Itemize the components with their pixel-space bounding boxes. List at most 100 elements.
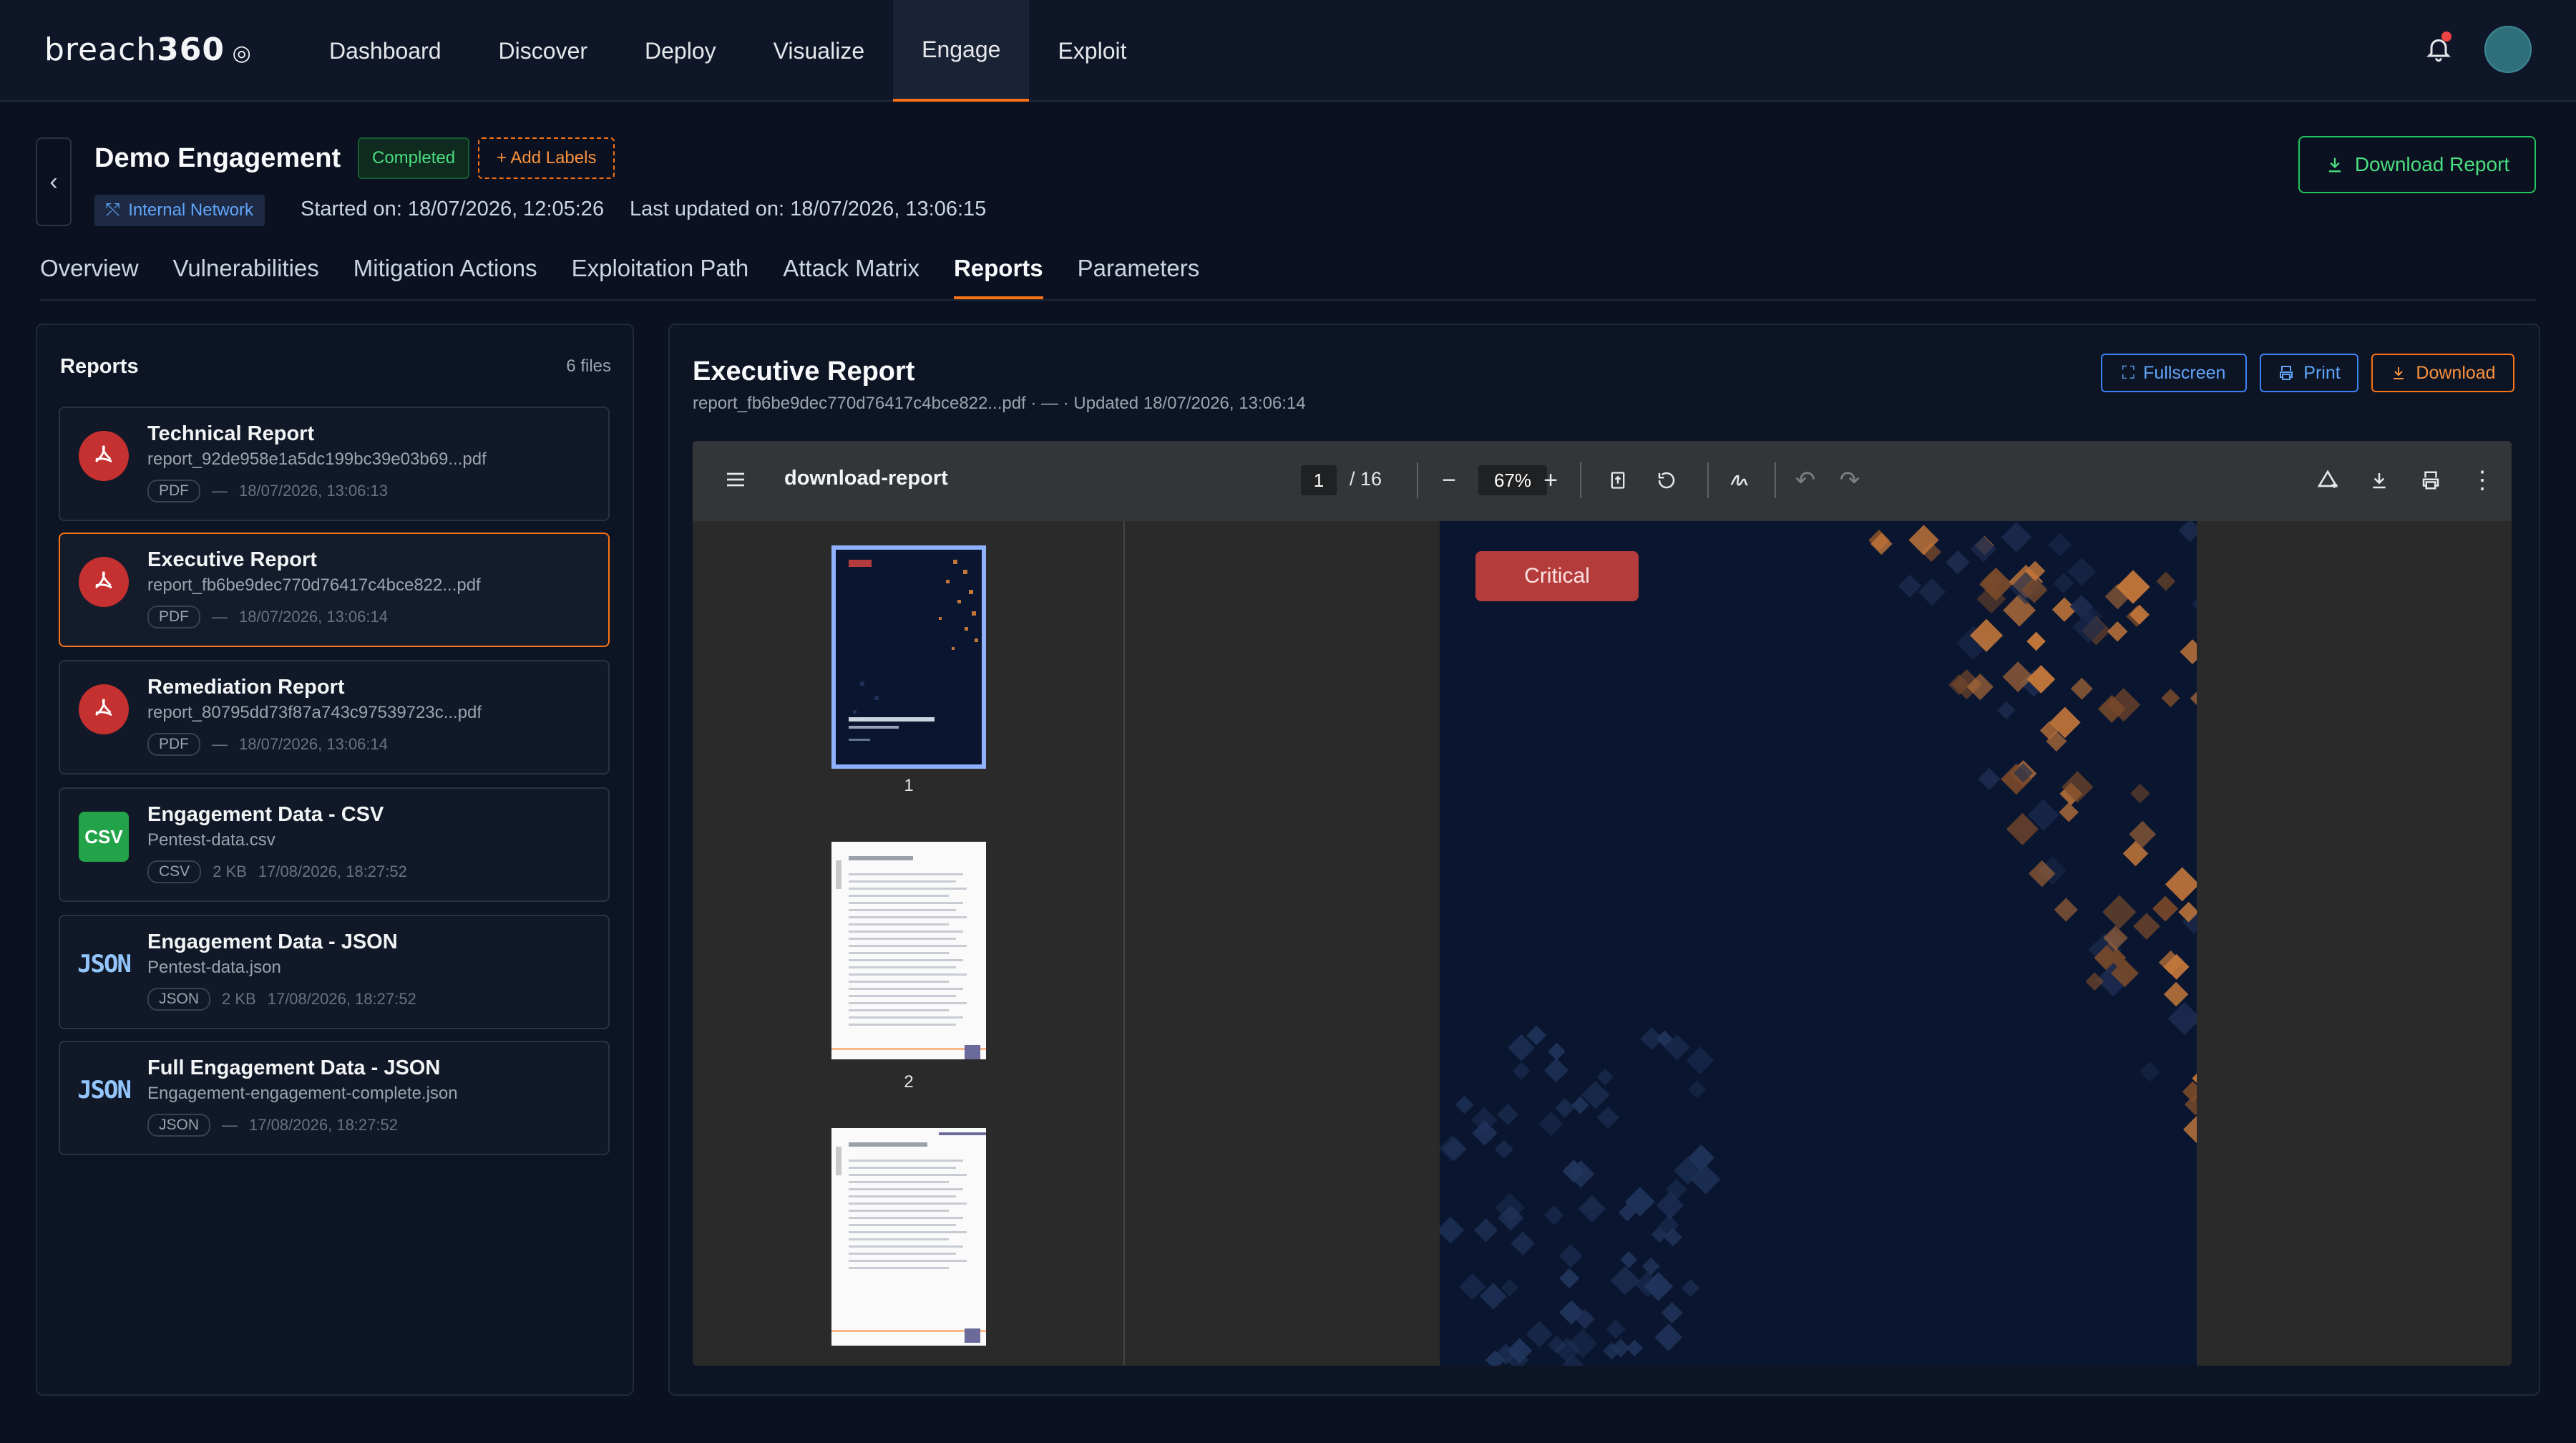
breach360-logo[interactable]: breach360 ◎ (44, 31, 252, 68)
notification-dot (2441, 31, 2451, 42)
reports-panel-title: Reports (60, 355, 139, 378)
tab-attack-matrix[interactable]: Attack Matrix (783, 255, 919, 299)
tab-parameters[interactable]: Parameters (1078, 255, 1200, 299)
thumbnail-page-3[interactable] (831, 1128, 986, 1349)
fullscreen-button[interactable]: ⛶ Fullscreen (2101, 354, 2247, 392)
decorative-diamond (1918, 578, 1946, 606)
nav-exploit[interactable]: Exploit (1029, 0, 1155, 102)
fit-page-icon[interactable] (1603, 465, 1633, 495)
file-size: 2 KB (222, 990, 256, 1008)
decorative-diamond (2107, 621, 2128, 642)
thumbnail-page-2[interactable]: 2 (831, 842, 986, 1092)
file-card-executive-report[interactable]: Executive Report report_fb6be9dec770d764… (59, 533, 610, 647)
file-name: Remediation Report (147, 676, 345, 699)
print-button[interactable]: Print (2260, 354, 2358, 392)
toolbar-divider (1580, 462, 1581, 498)
nav-dashboard[interactable]: Dashboard (301, 0, 470, 102)
decorative-diamond (2190, 689, 2197, 709)
pdf-print-icon[interactable] (2416, 465, 2446, 495)
download-icon (2328, 157, 2341, 173)
file-meta: JSON 2 KB 17/08/2026, 18:27:52 (147, 988, 416, 1011)
tab-vulnerabilities[interactable]: Vulnerabilities (173, 255, 319, 299)
viewer-title: Executive Report (693, 356, 915, 387)
decorative-diamond (2139, 1061, 2160, 1082)
menu-icon[interactable] (724, 468, 747, 491)
toolbar-divider (1707, 462, 1709, 498)
user-avatar[interactable] (2484, 26, 2532, 73)
decorative-diamond (1559, 1268, 1580, 1288)
decorative-diamond (1544, 1205, 1564, 1225)
file-card-remediation-report[interactable]: Remediation Report report_80795dd73f87a7… (59, 660, 610, 774)
zoom-out-icon[interactable]: − (1434, 465, 1464, 495)
engagement-tabs: Overview Vulnerabilities Mitigation Acti… (40, 255, 1199, 299)
file-card-engagement-data-json[interactable]: JSON Engagement Data - JSON Pentest-data… (59, 915, 610, 1029)
file-date: 18/07/2026, 13:06:14 (239, 608, 388, 626)
nav-discover[interactable]: Discover (470, 0, 616, 102)
decorative-diamond (1548, 1042, 1566, 1061)
pdf-icon (79, 431, 129, 481)
file-card-engagement-data-csv[interactable]: CSV Engagement Data - CSV Pentest-data.c… (59, 787, 610, 902)
decorative-diamond (2130, 783, 2150, 804)
pdf-icon (79, 557, 129, 607)
file-date: 17/08/2026, 18:27:52 (249, 1116, 398, 1134)
decorative-diamond (1688, 1080, 1707, 1099)
tab-exploitation-path[interactable]: Exploitation Path (572, 255, 749, 299)
decorative-diamond (2070, 677, 2093, 700)
thumbnail-label: 2 (904, 1072, 914, 1092)
file-size: — (212, 482, 228, 500)
nav-visualize[interactable]: Visualize (745, 0, 893, 102)
file-meta: JSON — 17/08/2026, 18:27:52 (147, 1114, 398, 1137)
file-filename: Engagement-engagement-complete.json (147, 1084, 458, 1103)
decorative-diamond (1997, 701, 2016, 720)
decorative-diamond (1661, 1301, 1683, 1324)
rotate-icon[interactable] (1652, 465, 1682, 495)
tab-overview[interactable]: Overview (40, 255, 139, 299)
tab-mitigation-actions[interactable]: Mitigation Actions (353, 255, 537, 299)
decorative-diamond (2102, 895, 2137, 929)
undo-icon[interactable]: ↶ (1790, 465, 1820, 495)
file-name: Engagement Data - JSON (147, 931, 398, 953)
decorative-diamond (2165, 867, 2197, 902)
decorative-diamond (1970, 535, 1997, 563)
download-report-button[interactable]: Download Report (2298, 136, 2536, 193)
page-number-input[interactable]: 1 (1301, 465, 1337, 495)
thumbnail-page-1[interactable]: 1 (831, 545, 986, 795)
download-button[interactable]: Download (2371, 354, 2514, 392)
decorative-diamond (2053, 573, 2074, 594)
redo-icon[interactable]: ↷ (1835, 465, 1865, 495)
thumbnail-label: 1 (904, 776, 914, 795)
page-title: Demo Engagement (94, 143, 341, 173)
decorative-diamond (2191, 591, 2197, 617)
decorative-diamond (2156, 571, 2176, 591)
decorative-diamond (1596, 1069, 1614, 1086)
zoom-in-icon[interactable]: + (1536, 465, 1566, 495)
toolbar-divider (1775, 462, 1776, 498)
json-icon: JSON (77, 950, 132, 978)
decorative-diamond (1578, 1195, 1606, 1223)
nav-engage[interactable]: Engage (893, 0, 1030, 102)
tab-reports[interactable]: Reports (953, 255, 1043, 299)
download-icon (2394, 367, 2404, 379)
pdf-download-icon[interactable] (2364, 465, 2394, 495)
file-meta: PDF — 18/07/2026, 13:06:13 (147, 480, 388, 502)
file-card-full-engagement-data-json[interactable]: JSON Full Engagement Data - JSON Engagem… (59, 1041, 610, 1155)
more-options-icon[interactable]: ⋮ (2467, 465, 2497, 495)
file-name: Full Engagement Data - JSON (147, 1056, 441, 1079)
network-type-tag: ⤲ Internal Network (94, 195, 265, 226)
file-card-technical-report[interactable]: Technical Report report_92de958e1a5dc199… (59, 407, 610, 521)
decorative-diamond (1654, 1323, 1683, 1351)
severity-badge: Critical (1475, 551, 1639, 601)
annotate-icon[interactable] (1724, 465, 1755, 495)
file-type-badge: PDF (147, 480, 200, 502)
decorative-diamond (2133, 913, 2160, 941)
back-button[interactable]: ‹ (36, 137, 72, 226)
file-type-badge: JSON (147, 988, 211, 1011)
add-labels-button[interactable]: + Add Labels (478, 137, 615, 179)
pdf-page-1: Critical (1440, 521, 2197, 1366)
drive-upload-icon[interactable] (2313, 465, 2343, 495)
chevron-left-icon: ‹ (49, 167, 58, 195)
page-1-thumbnail-image (831, 545, 986, 769)
nav-deploy[interactable]: Deploy (616, 0, 745, 102)
file-size: — (212, 608, 228, 626)
status-badge: Completed (358, 137, 470, 179)
